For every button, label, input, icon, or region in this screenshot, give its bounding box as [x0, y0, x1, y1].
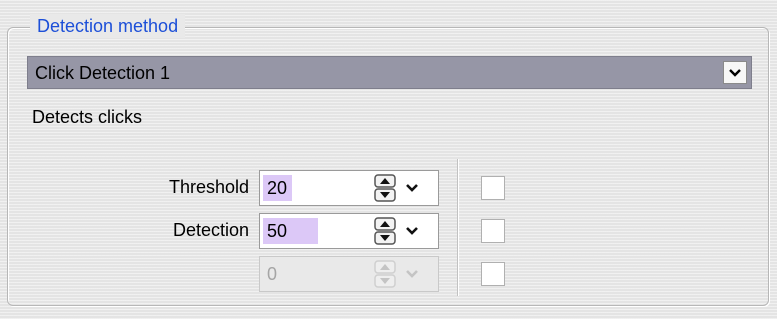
detection-checkbox[interactable]	[481, 219, 505, 243]
threshold-label: Threshold	[168, 177, 249, 197]
detection-method-select[interactable]: Click Detection 1	[27, 56, 752, 89]
up-down-arrows-icon	[374, 260, 396, 288]
up-down-arrows-icon	[374, 174, 396, 202]
method-description: Detects clicks	[32, 107, 143, 127]
third-param-spinner	[374, 259, 396, 289]
detection-dropdown-button[interactable]	[401, 220, 423, 242]
groupbox-title: Detection method	[30, 14, 186, 38]
up-down-arrows-icon	[374, 217, 396, 245]
chevron-down-icon	[406, 270, 418, 278]
detection-spinner[interactable]	[374, 216, 396, 246]
third-param-dropdown-button	[401, 263, 423, 285]
detection-method-dropdown-button[interactable]	[723, 61, 747, 84]
threshold-spinner[interactable]	[374, 173, 396, 203]
detection-label: Detection	[172, 220, 249, 240]
threshold-input[interactable]: 20	[259, 170, 439, 206]
chevron-down-icon	[406, 184, 418, 192]
third-param-checkbox[interactable]	[481, 262, 505, 286]
detection-value: 50	[267, 221, 288, 241]
threshold-value: 20	[267, 178, 288, 198]
detection-input[interactable]: 50	[259, 213, 439, 249]
threshold-checkbox[interactable]	[481, 176, 505, 200]
vertical-separator	[457, 159, 459, 296]
chevron-down-icon	[406, 227, 418, 235]
detection-method-selected-value: Click Detection 1	[35, 63, 171, 83]
chevron-down-icon	[729, 68, 741, 77]
third-param-value: 0	[267, 264, 278, 284]
threshold-dropdown-button[interactable]	[401, 177, 423, 199]
third-param-input: 0	[259, 256, 439, 292]
